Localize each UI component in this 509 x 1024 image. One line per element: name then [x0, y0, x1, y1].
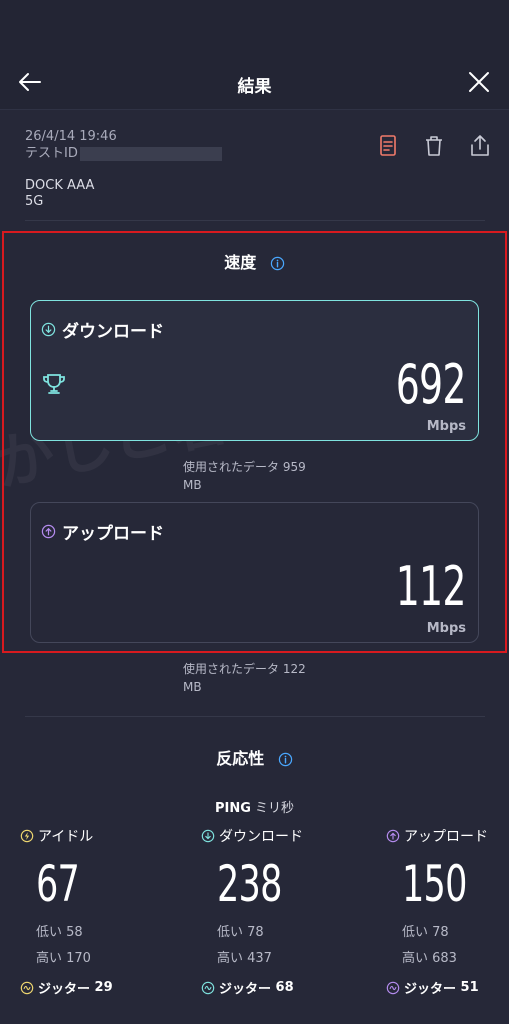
trash-icon[interactable]: [421, 133, 447, 159]
upload-label: アップロード: [62, 524, 164, 544]
ping-idle-header: アイドル: [20, 826, 180, 846]
ping-download-range: 低い 78 高い 437: [217, 920, 361, 972]
jitter-wave-icon: [386, 981, 400, 994]
ping-download-label: ダウンロード: [219, 829, 303, 845]
download-label: ダウンロード: [62, 322, 164, 342]
upload-arrow-icon: [386, 829, 400, 843]
jitter-value: 68: [275, 980, 294, 995]
device-info: DOCK AAA 5G: [25, 178, 94, 210]
jitter-wave-icon: [201, 981, 215, 994]
jitter-wave-icon: [20, 981, 34, 994]
jitter-value: 29: [94, 980, 113, 995]
ping-upload-low: 低い 78: [402, 925, 449, 940]
ping-upload-high: 高い 683: [402, 951, 457, 966]
trophy-icon: [43, 374, 65, 394]
upload-data-used: 使用されたデータ 122 MB: [183, 662, 306, 694]
test-id-row: テストID: [25, 145, 222, 162]
result-actions: [375, 133, 493, 159]
ping-download: ダウンロード 238 低い 78 高い 437 ジッター 68: [201, 826, 361, 997]
jitter-label: ジッター: [404, 982, 457, 997]
ping-upload-range: 低い 78 高い 683: [402, 920, 504, 972]
info-icon[interactable]: [278, 752, 293, 767]
page-title: 結果: [237, 77, 272, 97]
ping-unit: ミリ秒: [255, 801, 295, 816]
ping-upload: アップロード 150 低い 78 高い 683 ジッター 51: [386, 826, 504, 997]
jitter-label: ジッター: [38, 982, 91, 997]
ping-download-header: ダウンロード: [201, 826, 361, 846]
ping-idle-label: アイドル: [38, 829, 94, 845]
ping-upload-jitter: ジッター 51: [386, 978, 504, 997]
ping-download-value: 238: [217, 855, 282, 913]
speed-title-text: 速度: [224, 253, 257, 272]
network-type: 5G: [25, 194, 44, 209]
ping-idle-high: 高い 170: [36, 951, 91, 966]
idle-bolt-icon: [20, 829, 34, 843]
jitter-label: ジッター: [219, 982, 272, 997]
ping-idle: アイドル 67 低い 58 高い 170 ジッター 29: [20, 826, 180, 997]
download-speed-card[interactable]: ダウンロード 692 Mbps: [30, 300, 479, 441]
top-bar: 結果: [0, 0, 509, 110]
test-id-label: テストID: [25, 146, 78, 161]
upload-arrow-icon: [41, 524, 56, 539]
ping-text: PING: [214, 801, 251, 816]
ping-idle-range: 低い 58 高い 170: [36, 920, 180, 972]
jitter-value: 51: [460, 980, 479, 995]
ping-label: PING ミリ秒: [0, 797, 509, 816]
download-arrow-icon: [41, 322, 56, 337]
download-card-header: ダウンロード: [41, 317, 164, 342]
responsiveness-section-title: 反応性: [0, 745, 509, 769]
share-icon[interactable]: [467, 133, 493, 159]
ping-download-high: 高い 437: [217, 951, 272, 966]
divider: [25, 220, 485, 221]
ping-upload-label: アップロード: [404, 829, 488, 845]
upload-unit: Mbps: [426, 621, 466, 636]
ping-upload-header: アップロード: [386, 826, 504, 846]
download-arrow-icon: [201, 829, 215, 843]
download-speed-value: 692: [396, 353, 467, 416]
test-meta: 26/4/14 19:46 テストID: [25, 128, 222, 162]
upload-speed-value: 112: [396, 555, 467, 618]
info-icon[interactable]: [270, 256, 285, 271]
device-name: DOCK AAA: [25, 178, 95, 193]
upload-speed-card[interactable]: アップロード 112 Mbps: [30, 502, 479, 643]
ping-idle-value: 67: [36, 855, 80, 913]
test-datetime: 26/4/14 19:46: [25, 129, 117, 144]
download-unit: Mbps: [426, 419, 466, 434]
ping-idle-low: 低い 58: [36, 925, 83, 940]
upload-card-header: アップロード: [41, 519, 164, 544]
ping-idle-jitter: ジッター 29: [20, 978, 180, 997]
report-icon[interactable]: [375, 133, 401, 159]
ping-download-jitter: ジッター 68: [201, 978, 361, 997]
download-data-used: 使用されたデータ 959 MB: [183, 460, 306, 492]
test-id-redacted: [79, 146, 222, 161]
close-icon[interactable]: [465, 68, 493, 96]
ping-upload-value: 150: [402, 855, 467, 913]
speed-section-title: 速度: [0, 249, 509, 273]
responsiveness-title-text: 反応性: [216, 749, 265, 768]
divider: [25, 716, 485, 717]
ping-download-low: 低い 78: [217, 925, 264, 940]
